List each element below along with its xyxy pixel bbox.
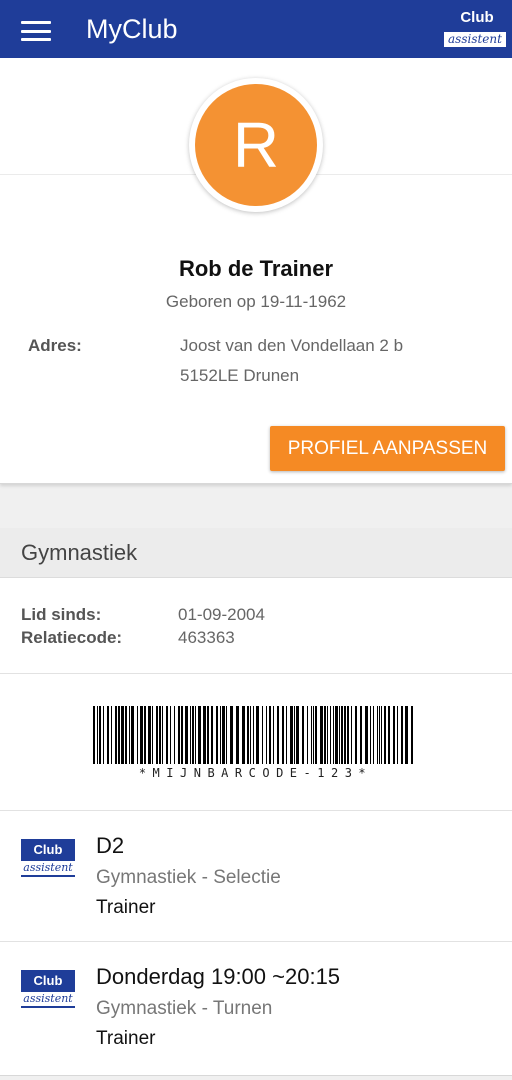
- member-since-label: Lid sinds:: [21, 605, 102, 624]
- group-subtitle: Gymnastiek - Selectie: [96, 867, 281, 888]
- club-header: Gymnastiek: [0, 528, 512, 578]
- birth-date: Geboren op 19-11-1962: [165, 292, 347, 311]
- divider: [0, 941, 512, 942]
- relation-code-label: Relatiecode:: [21, 628, 123, 647]
- address-line-1: Joost van den Vondellaan 2 b: [180, 336, 404, 355]
- menu-icon[interactable]: [21, 21, 51, 41]
- relation-code-value: 463363: [178, 628, 235, 647]
- group-role: Trainer: [96, 897, 156, 918]
- barcode: [93, 706, 413, 764]
- avatar-letter: R: [195, 84, 317, 206]
- app-bar: MyClub Club assistent: [0, 0, 512, 58]
- address-label: Adres:: [28, 336, 82, 355]
- club-assistent-logo: Club assistent: [21, 970, 75, 1010]
- avatar: R: [189, 78, 323, 212]
- club-name: Gymnastiek: [21, 540, 138, 565]
- group-title: D2: [96, 833, 125, 858]
- app-title: MyClub: [86, 14, 178, 44]
- club-assistent-logo: Club assistent: [21, 839, 75, 879]
- group-title: Donderdag 19:00 ~20:15: [96, 964, 341, 989]
- edit-profile-button[interactable]: PROFIEL AANPASSEN: [270, 426, 505, 471]
- profile-name: Rob de Trainer: [178, 256, 334, 281]
- barcode-text: *MIJNBARCODE-123*: [138, 766, 373, 780]
- profile-card: R Rob de Trainer Geboren op 19-11-1962 A…: [0, 58, 512, 484]
- divider: [0, 810, 512, 811]
- club-assistent-logo: Club assistent: [444, 8, 506, 52]
- address-line-2: 5152LE Drunen: [180, 366, 300, 385]
- club-card: Gymnastiek Lid sinds: 01-09-2004 Relatie…: [0, 528, 512, 1076]
- member-since-value: 01-09-2004: [178, 605, 265, 624]
- divider: [0, 673, 512, 674]
- group-role: Trainer: [96, 1028, 156, 1049]
- group-subtitle: Gymnastiek - Turnen: [96, 998, 273, 1019]
